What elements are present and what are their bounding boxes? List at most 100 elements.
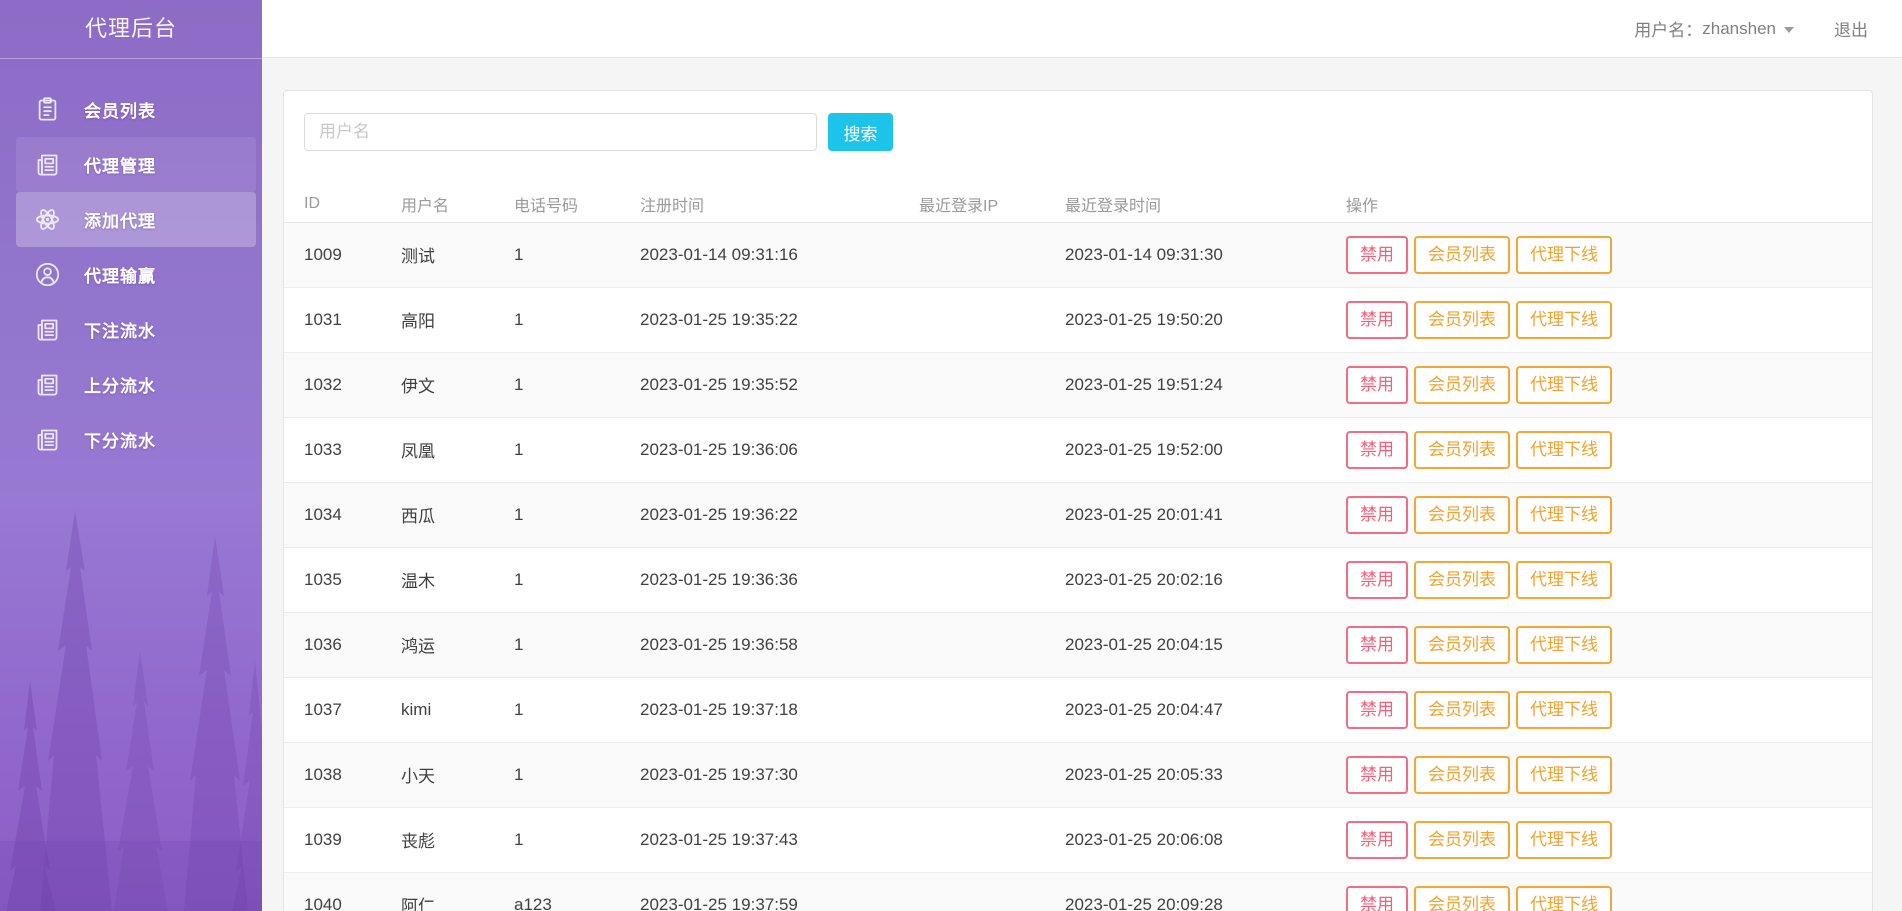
member-list-button[interactable]: 会员列表 [1414, 431, 1510, 469]
disable-button[interactable]: 禁用 [1346, 366, 1408, 404]
table-row: 1009测试12023-01-14 09:31:162023-01-14 09:… [284, 222, 1872, 287]
topbar: 用户名： zhanshen 退出 [262, 0, 1902, 58]
cell-reg_time: 2023-01-25 19:36:06 [640, 417, 919, 482]
agent-downline-button[interactable]: 代理下线 [1516, 236, 1612, 274]
sidebar-item-label: 代理管理 [84, 152, 156, 177]
disable-button[interactable]: 禁用 [1346, 691, 1408, 729]
cell-phone: 1 [514, 677, 640, 742]
agent-downline-button[interactable]: 代理下线 [1516, 301, 1612, 339]
newspaper-icon [34, 151, 61, 178]
member-list-button[interactable]: 会员列表 [1414, 236, 1510, 274]
table-row: 1038小天12023-01-25 19:37:302023-01-25 20:… [284, 742, 1872, 807]
agent-downline-button[interactable]: 代理下线 [1516, 886, 1612, 911]
agent-downline-button[interactable]: 代理下线 [1516, 756, 1612, 794]
disable-button[interactable]: 禁用 [1346, 561, 1408, 599]
cell-actions: 禁用会员列表代理下线 [1346, 742, 1872, 807]
cell-reg_time: 2023-01-25 19:37:59 [640, 872, 919, 911]
cell-last_time: 2023-01-25 20:05:33 [1065, 742, 1346, 807]
member-list-button[interactable]: 会员列表 [1414, 561, 1510, 599]
agent-downline-button[interactable]: 代理下线 [1516, 626, 1612, 664]
table-row: 1031高阳12023-01-25 19:35:222023-01-25 19:… [284, 287, 1872, 352]
cell-id: 1031 [284, 287, 401, 352]
member-list-button[interactable]: 会员列表 [1414, 756, 1510, 794]
cell-id: 1032 [284, 352, 401, 417]
member-list-button[interactable]: 会员列表 [1414, 886, 1510, 911]
cell-id: 1037 [284, 677, 401, 742]
agent-downline-button[interactable]: 代理下线 [1516, 691, 1612, 729]
sidebar-item-5[interactable]: 下注流水 [16, 302, 256, 357]
table-row: 1032伊文12023-01-25 19:35:522023-01-25 19:… [284, 352, 1872, 417]
disable-button[interactable]: 禁用 [1346, 496, 1408, 534]
cell-username: 温木 [401, 547, 514, 612]
sidebar-item-1[interactable]: 会员列表 [16, 82, 256, 137]
cell-last_ip [919, 222, 1065, 287]
member-list-button[interactable]: 会员列表 [1414, 821, 1510, 859]
agent-downline-button[interactable]: 代理下线 [1516, 561, 1612, 599]
agent-downline-button[interactable]: 代理下线 [1516, 821, 1612, 859]
column-header: 注册时间 [640, 186, 919, 222]
agents-table: ID用户名电话号码注册时间最近登录IP最近登录时间操作 1009测试12023-… [284, 186, 1872, 911]
sidebar-item-2[interactable]: 代理管理 [16, 137, 256, 192]
member-list-button[interactable]: 会员列表 [1414, 366, 1510, 404]
table-row: 1040阿仁a1232023-01-25 19:37:592023-01-25 … [284, 872, 1872, 911]
sidebar-item-label: 会员列表 [84, 97, 156, 122]
cell-last_time: 2023-01-25 19:51:24 [1065, 352, 1346, 417]
logout-button[interactable]: 退出 [1834, 16, 1868, 41]
table-row: 1036鸿运12023-01-25 19:36:582023-01-25 20:… [284, 612, 1872, 677]
username-value: zhanshen [1702, 19, 1776, 39]
sidebar-item-7[interactable]: 下分流水 [16, 412, 256, 467]
cell-phone: 1 [514, 417, 640, 482]
disable-button[interactable]: 禁用 [1346, 626, 1408, 664]
agent-downline-button[interactable]: 代理下线 [1516, 366, 1612, 404]
cell-actions: 禁用会员列表代理下线 [1346, 222, 1872, 287]
table-row: 1033凤凰12023-01-25 19:36:062023-01-25 19:… [284, 417, 1872, 482]
cell-last_time: 2023-01-25 20:04:47 [1065, 677, 1346, 742]
sidebar-item-3[interactable]: 添加代理 [16, 192, 256, 247]
disable-button[interactable]: 禁用 [1346, 886, 1408, 911]
agent-downline-button[interactable]: 代理下线 [1516, 496, 1612, 534]
sidebar-item-4[interactable]: 代理输赢 [16, 247, 256, 302]
sidebar-item-6[interactable]: 上分流水 [16, 357, 256, 412]
disable-button[interactable]: 禁用 [1346, 431, 1408, 469]
disable-button[interactable]: 禁用 [1346, 756, 1408, 794]
search-input[interactable] [304, 113, 817, 151]
cell-phone: a123 [514, 872, 640, 911]
member-list-button[interactable]: 会员列表 [1414, 301, 1510, 339]
cell-last_ip [919, 807, 1065, 872]
content-card: 搜索 ID用户名电话号码注册时间最近登录IP最近登录时间操作 1009测试120… [283, 90, 1873, 911]
cell-last_time: 2023-01-25 20:01:41 [1065, 482, 1346, 547]
cell-reg_time: 2023-01-25 19:37:30 [640, 742, 919, 807]
member-list-button[interactable]: 会员列表 [1414, 691, 1510, 729]
column-header: ID [284, 186, 401, 222]
cell-last_ip [919, 872, 1065, 911]
search-button[interactable]: 搜索 [828, 113, 893, 151]
column-header: 最近登录IP [919, 186, 1065, 222]
cell-phone: 1 [514, 547, 640, 612]
cell-reg_time: 2023-01-25 19:36:22 [640, 482, 919, 547]
sidebar: 代理后台 会员列表代理管理添加代理代理输赢下注流水上分流水下分流水 [0, 0, 262, 911]
user-menu-dropdown[interactable]: 用户名： zhanshen [1634, 16, 1794, 41]
sidebar-item-label: 添加代理 [84, 207, 156, 232]
cell-username: 高阳 [401, 287, 514, 352]
agent-downline-button[interactable]: 代理下线 [1516, 431, 1612, 469]
member-list-button[interactable]: 会员列表 [1414, 496, 1510, 534]
disable-button[interactable]: 禁用 [1346, 821, 1408, 859]
atom-icon [34, 206, 61, 233]
cell-id: 1009 [284, 222, 401, 287]
disable-button[interactable]: 禁用 [1346, 301, 1408, 339]
cell-phone: 1 [514, 222, 640, 287]
cell-actions: 禁用会员列表代理下线 [1346, 872, 1872, 911]
person-circle-icon [34, 261, 61, 288]
cell-username: 小天 [401, 742, 514, 807]
cell-username: 阿仁 [401, 872, 514, 911]
member-list-button[interactable]: 会员列表 [1414, 626, 1510, 664]
cell-last_time: 2023-01-25 20:02:16 [1065, 547, 1346, 612]
cell-reg_time: 2023-01-14 09:31:16 [640, 222, 919, 287]
cell-last_time: 2023-01-14 09:31:30 [1065, 222, 1346, 287]
column-header: 最近登录时间 [1065, 186, 1346, 222]
cell-last_ip [919, 742, 1065, 807]
cell-reg_time: 2023-01-25 19:37:18 [640, 677, 919, 742]
disable-button[interactable]: 禁用 [1346, 236, 1408, 274]
newspaper-icon [34, 426, 61, 453]
cell-username: 西瓜 [401, 482, 514, 547]
